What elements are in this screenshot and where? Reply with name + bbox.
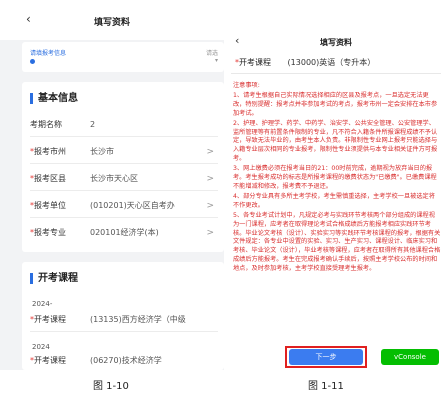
course-period: 2024- [32,300,53,308]
row-label: *报考市州 [30,147,66,156]
course-row[interactable]: *开考课程 (13000)英语（专升本） [235,56,435,70]
course-row[interactable]: *开考课程 (06270)技术经济学 [30,350,218,370]
notice-item: 1、请考生根据自己实际情况选择相应的区县及报考点，一旦选定无法更改，特别提醒：报… [233,91,438,117]
row-label: *报考区县 [30,174,66,183]
row-value: (13135)西方经济学（中级 [90,315,186,324]
chevron-right-icon: > [206,228,214,238]
chevron-down-icon: ▾ [214,57,218,64]
row-label: *开考课程 [30,315,66,324]
notice-item: 3、网上缴费必须在报考当日的21：00时前完成，逾期视为放弃当日的报考。考生报考… [233,165,437,190]
dot-icon [30,59,35,64]
row-label: *开考课程 [30,356,66,365]
row-label: *报考单位 [30,201,66,210]
row-value: 020101经济学(本) [90,228,159,237]
row-value: (010201)天心区自考办 [90,201,175,210]
course-label: 开考课程 [239,58,271,67]
right-header: ‹ 填写资料 [225,30,447,52]
course-row[interactable]: *开考课程 (13135)西方经济学（中级 [30,309,218,332]
chevron-right-icon: > [206,174,214,184]
divider [231,73,441,74]
exam-info-label: 请填报考信息 [30,50,67,57]
row-label: 考期名称 [30,120,62,129]
row-value: (06270)技术经济学 [90,356,162,365]
section-title-basic: 基本信息 [30,93,78,104]
chevron-right-icon: > [206,201,214,211]
notice-item: 5、各专业考试计划中，凡规定必考与实践环节考核两个部分组成的课程视为一门课程，应… [233,211,441,273]
row-city[interactable]: *报考市州 长沙市 > [30,141,218,164]
row-value: 2 [90,120,96,129]
course-card: 开考课程 2024- *开考课程 (13135)西方经济学（中级 2024 *开… [22,262,224,370]
chevron-right-icon: > [206,147,214,157]
notice-title: 注意事项: [233,82,260,89]
page-title: 填写资料 [320,38,352,47]
page-title: 填写资料 [93,18,130,28]
row-district[interactable]: *报考区县 长沙市天心区 > [30,168,218,191]
left-phone-screen: ‹ 填写资料 请填报考信息 请选 ▾ 基本信息 考期名称 2 *报考市州 长沙市… [0,0,224,370]
exam-info-hint: 请选 [205,50,218,57]
course-value: (13000)英语（专升本） [287,58,376,67]
row-value: 长沙市 [90,147,114,156]
figure-caption-left: 图 1-10 [93,381,129,392]
section-title-course: 开考课程 [30,273,78,284]
notice-panel: 注意事项: 1、请考生根据自己实际情况选择相应的区县及报考点，一旦选定无法更改，… [233,82,441,275]
right-phone-screen: ‹ 填写资料 *开考课程 (13000)英语（专升本） 注意事项: 1、请考生根… [225,30,447,374]
basic-info-card: 基本信息 考期名称 2 *报考市州 长沙市 > *报考区县 长沙市天心区 > *… [22,82,224,252]
row-unit[interactable]: *报考单位 (010201)天心区自考办 > [30,195,218,218]
row-value: 长沙市天心区 [90,174,138,183]
figure-caption-right: 图 1-11 [308,381,344,392]
exam-info-select[interactable]: 请填报考信息 请选 ▾ [22,42,224,72]
notice-item: 4、部分专业具有多所主考学校，考生需慎重选择，主考学校一旦被选定将不作更改。 [233,192,435,209]
left-header: ‹ 填写资料 [0,0,224,40]
vconsole-button[interactable]: vConsole [381,349,439,365]
row-label: *报考专业 [30,228,66,237]
next-button[interactable]: 下一步 [289,349,363,365]
row-major[interactable]: *报考专业 020101经济学(本) > [30,222,218,244]
notice-item: 2、护理、护理学、药学、中药学、治安学、公共安全管理、公安管理学、监所管理等有前… [233,119,438,163]
row-exam-period: 考期名称 2 [30,114,218,137]
